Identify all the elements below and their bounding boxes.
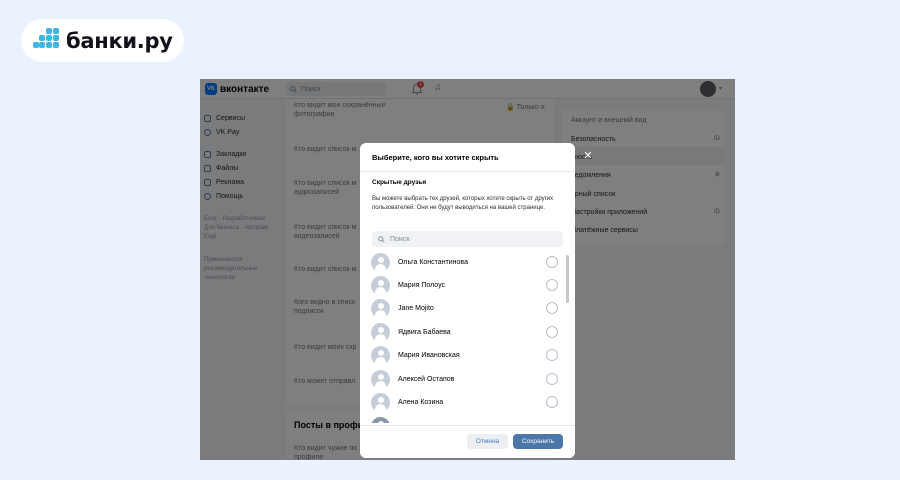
modal-subtitle: Скрытые друзья	[372, 179, 427, 186]
banki-logo-mark	[33, 27, 59, 54]
modal-description: Вы можете выбрать тех друзей, которых хо…	[372, 196, 554, 211]
friend-radio[interactable]	[546, 326, 558, 338]
friend-row[interactable]: Ядвига Бабаева	[371, 322, 566, 342]
avatar	[371, 416, 390, 423]
avatar	[371, 275, 390, 295]
cancel-button[interactable]: Отмена	[467, 434, 508, 449]
friend-search-input[interactable]: Поиск	[372, 231, 563, 247]
avatar	[371, 392, 390, 412]
banki-logo-text: банки.ру	[66, 28, 173, 53]
friend-name: Алексей Остапов	[398, 375, 455, 383]
friend-name: Мария Полоус	[398, 281, 446, 289]
friend-row[interactable]: Алексей Остапов	[371, 369, 566, 389]
friend-row[interactable]: Мария Ивановская	[371, 345, 566, 365]
friend-radio[interactable]	[546, 396, 558, 408]
banki-logo: банки.ру	[21, 19, 184, 62]
avatar	[371, 369, 390, 389]
avatar	[371, 345, 390, 365]
save-button[interactable]: Сохранить	[513, 434, 563, 449]
friend-list[interactable]: Ольга Константинова Мария Полоус Jane Mo…	[360, 251, 575, 423]
friend-radio[interactable]	[546, 279, 558, 291]
search-icon	[378, 235, 385, 243]
avatar	[371, 322, 390, 342]
friend-row[interactable]	[371, 416, 566, 423]
friend-radio[interactable]	[546, 302, 558, 314]
hide-friends-modal: Выберите, кого вы хотите скрыть Скрытые …	[360, 143, 575, 458]
friend-name: Алена Козина	[398, 398, 444, 406]
modal-title: Выберите, кого вы хотите скрыть	[372, 153, 499, 162]
friend-radio[interactable]	[546, 349, 558, 361]
modal-footer: Отмена Сохранить	[360, 425, 575, 458]
divider	[360, 171, 575, 172]
friend-row[interactable]: Ольга Константинова	[371, 252, 566, 272]
friend-row[interactable]: Мария Полоус	[371, 275, 566, 295]
scrollbar[interactable]	[566, 255, 569, 303]
friend-name: Ядвига Бабаева	[398, 328, 451, 336]
friend-search-placeholder: Поиск	[390, 235, 410, 243]
friend-radio[interactable]	[546, 373, 558, 385]
avatar	[371, 252, 390, 272]
close-icon[interactable]: ✕	[583, 151, 593, 162]
avatar	[371, 298, 390, 318]
friend-row[interactable]: Jane Mojito	[371, 298, 566, 318]
friend-name: Ольга Константинова	[398, 258, 468, 266]
friend-radio[interactable]	[546, 256, 558, 268]
friend-row[interactable]: Алена Козина	[371, 392, 566, 412]
friend-name: Jane Mojito	[398, 304, 434, 312]
friend-name: Мария Ивановская	[398, 351, 460, 359]
